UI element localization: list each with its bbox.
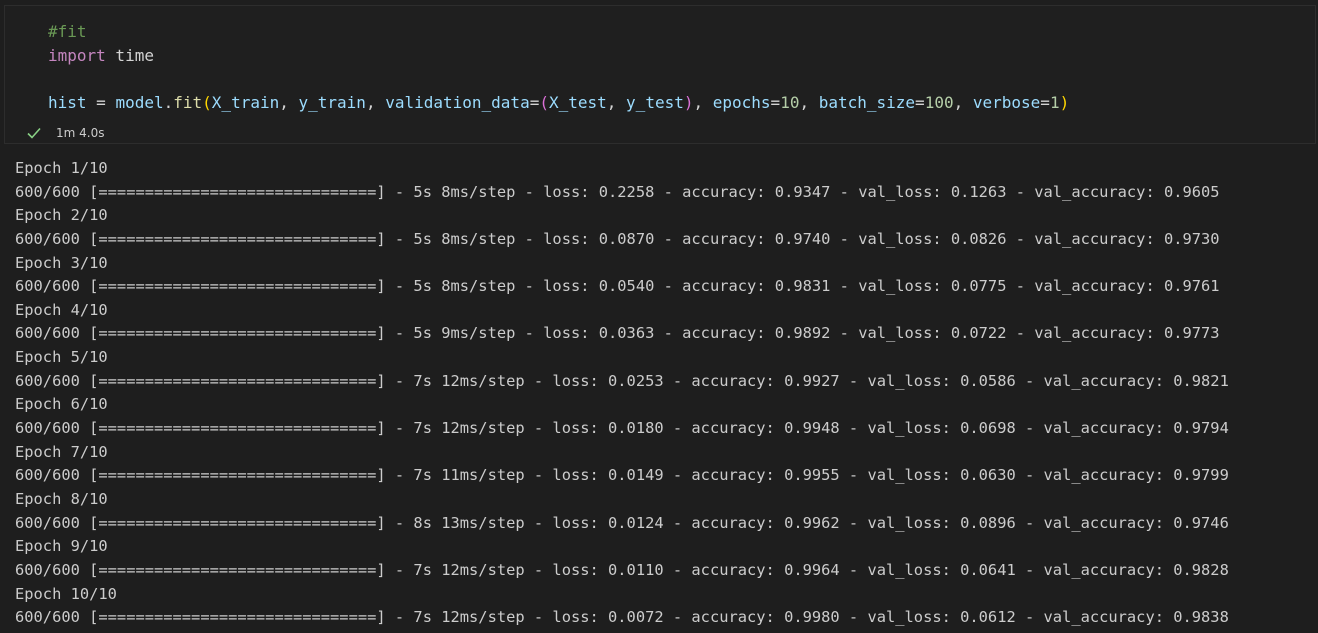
code-token: X_train bbox=[211, 92, 280, 112]
output-line: Epoch 2/10 bbox=[15, 206, 108, 225]
code-token: , bbox=[279, 92, 299, 112]
output-line: Epoch 5/10 bbox=[15, 348, 108, 367]
code-token: batch_size bbox=[818, 92, 916, 112]
output-line: Epoch 6/10 bbox=[15, 395, 108, 414]
cell-execution-status: 1m 4.0s bbox=[25, 123, 104, 143]
output-line: Epoch 9/10 bbox=[15, 537, 108, 556]
output-line: 600/600 [==============================]… bbox=[15, 229, 1220, 248]
code-token: epochs bbox=[712, 92, 771, 112]
execution-duration: 1m 4.0s bbox=[56, 126, 105, 140]
code-token: verbose bbox=[972, 92, 1041, 112]
code-token: = bbox=[915, 92, 925, 112]
code-token: model bbox=[115, 92, 164, 112]
code-token: 100 bbox=[924, 92, 954, 112]
code-token: ( bbox=[202, 92, 212, 112]
code-cell[interactable]: #fit import time hist = model.fit(X_train,… bbox=[4, 5, 1316, 144]
output-line: Epoch 8/10 bbox=[15, 489, 108, 508]
output-line: 600/600 [==============================]… bbox=[15, 419, 1229, 438]
code-line[interactable]: #fit bbox=[48, 20, 1069, 44]
code-token: 1 bbox=[1049, 92, 1060, 112]
code-token: , bbox=[953, 92, 973, 112]
output-line: 600/600 [==============================]… bbox=[15, 324, 1220, 343]
code-line[interactable] bbox=[48, 67, 1069, 91]
code-token: y_train bbox=[298, 92, 366, 112]
output-line: 600/600 [==============================]… bbox=[15, 277, 1220, 296]
cell-output[interactable]: Epoch 1/10 600/600 [=====================… bbox=[15, 157, 1229, 630]
code-token: . bbox=[163, 92, 174, 112]
code-token: time bbox=[105, 45, 154, 65]
output-line: Epoch 1/10 bbox=[15, 159, 108, 177]
code-token: 10 bbox=[780, 92, 800, 112]
output-line: Epoch 10/10 bbox=[15, 584, 117, 603]
output-line: 600/600 [==============================]… bbox=[15, 466, 1229, 485]
code-line[interactable]: import time bbox=[48, 44, 1069, 68]
output-line: 600/600 [==============================]… bbox=[15, 608, 1229, 627]
output-line: 600/600 [==============================]… bbox=[15, 513, 1229, 532]
code-token: , bbox=[606, 92, 627, 112]
code-editor[interactable]: #fit import time hist = model.fit(X_train,… bbox=[48, 20, 1069, 114]
code-token: X_test bbox=[548, 92, 607, 112]
code-token: , bbox=[799, 92, 819, 112]
output-line: 600/600 [==============================]… bbox=[15, 182, 1220, 201]
code-token: = bbox=[1040, 92, 1050, 112]
code-token: = bbox=[86, 92, 116, 112]
check-icon bbox=[25, 124, 43, 142]
output-line: Epoch 7/10 bbox=[15, 442, 108, 461]
code-token: hist bbox=[48, 92, 87, 112]
code-token: fit bbox=[173, 92, 203, 112]
output-line: 600/600 [==============================]… bbox=[15, 560, 1229, 579]
code-token: = bbox=[529, 92, 540, 112]
notebook-view: #fit import time hist = model.fit(X_train,… bbox=[0, 0, 1318, 633]
code-token: import bbox=[48, 45, 106, 65]
output-line: Epoch 3/10 bbox=[15, 253, 108, 272]
code-token: ) bbox=[1059, 92, 1070, 112]
code-line[interactable]: hist = model.fit(X_train, y_train, valid… bbox=[48, 91, 1069, 115]
code-token: #fit bbox=[48, 22, 87, 41]
output-line: Epoch 4/10 bbox=[15, 300, 108, 319]
code-token: validation_data bbox=[385, 92, 530, 112]
code-token: , bbox=[365, 92, 386, 112]
code-token: y_test bbox=[626, 92, 684, 112]
code-token: , bbox=[693, 92, 713, 112]
output-line: 600/600 [==============================]… bbox=[15, 371, 1229, 390]
code-token: ( bbox=[539, 92, 549, 112]
code-token: = bbox=[770, 92, 781, 112]
